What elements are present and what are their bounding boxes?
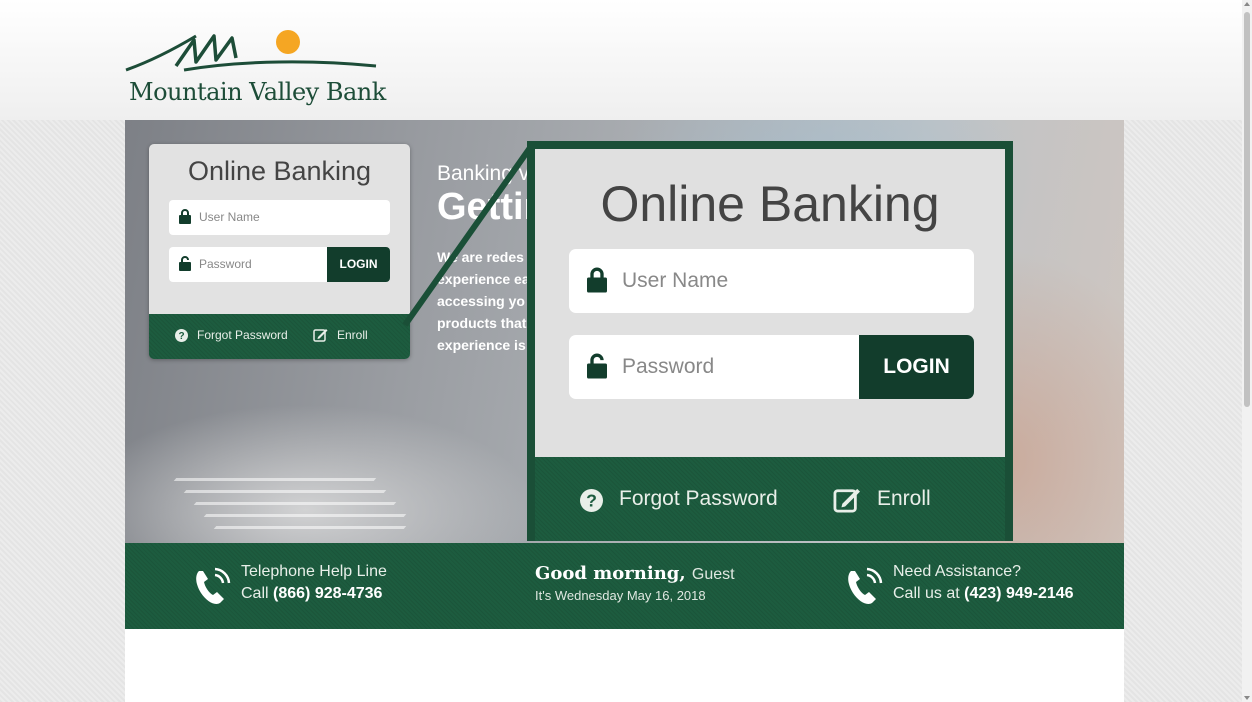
forgot-password-label: Forgot Password [197, 328, 288, 342]
greeting-line: Good morning, Guest [535, 563, 735, 584]
login-button[interactable]: LOGIN [327, 247, 390, 282]
zoomed-username-input[interactable]: User Name [569, 249, 974, 313]
zoomed-forgot-password-label: Forgot Password [619, 487, 778, 510]
lock-icon [587, 267, 607, 293]
zoomed-login-body: Online Banking User Name Password LOGIN [535, 149, 1005, 457]
login-card-body: Online Banking User Name Password LOGIN [149, 144, 410, 314]
site-header: Mountain Valley Bank [0, 0, 1242, 120]
lock-icon [179, 209, 191, 224]
username-placeholder: User Name [199, 210, 260, 224]
forgot-password-link[interactable]: ? Forgot Password [175, 328, 288, 342]
greeting-block: Good morning, Guest It's Wednesday May 1… [535, 563, 735, 603]
assist-call: Call us at (423) 949-2146 [893, 585, 1074, 603]
scroll-thumb[interactable] [1244, 12, 1250, 407]
unlock-icon [179, 256, 191, 271]
zoomed-forgot-password-link[interactable]: ? Forgot Password [580, 487, 778, 512]
help-line-title: Telephone Help Line [241, 563, 387, 580]
guest-name: Guest [691, 566, 735, 583]
phone-icon [848, 567, 883, 604]
zoomed-username-placeholder: User Name [622, 269, 729, 292]
username-input[interactable]: User Name [169, 200, 390, 235]
question-circle-icon: ? [580, 489, 603, 512]
main-content-area [125, 629, 1124, 702]
zoomed-login-title: Online Banking [600, 176, 940, 232]
current-date: It's Wednesday May 16, 2018 [535, 588, 706, 603]
bank-logo[interactable]: Mountain Valley Bank [124, 26, 386, 108]
mountain-logo-icon [125, 30, 377, 72]
contact-band: Telephone Help Line Call (866) 928-4736 … [125, 543, 1124, 629]
help-line-prefix: Call [241, 585, 269, 602]
assist-prefix: Call us at [893, 585, 960, 602]
zoomed-password-placeholder: Password [622, 355, 715, 378]
scroll-down-arrow-icon[interactable] [1244, 696, 1250, 700]
zoomed-login-button[interactable]: LOGIN [859, 335, 974, 399]
right-side-pattern [1124, 120, 1242, 702]
keyboard-illustration [165, 468, 407, 538]
login-card: Online Banking User Name Password LOGIN … [149, 144, 410, 359]
zoomed-login-footer: ? Forgot Password Enroll [535, 457, 1005, 541]
zoomed-enroll-link[interactable]: Enroll [833, 487, 931, 513]
greeting-text: Good morning, [535, 563, 686, 584]
zoom-connector [402, 143, 535, 327]
assist-number: (423) 949-2146 [964, 585, 1074, 602]
phone-icon [196, 567, 231, 604]
zoomed-login-panel: Online Banking User Name Password LOGIN … [527, 141, 1013, 541]
bank-name: Mountain Valley Bank [129, 78, 386, 106]
password-placeholder: Password [199, 257, 252, 271]
left-side-pattern [0, 120, 125, 702]
question-circle-icon: ? [175, 329, 188, 342]
svg-text:?: ? [178, 331, 184, 342]
page-scrollbar[interactable] [1242, 0, 1252, 702]
login-card-footer: ? Forgot Password Enroll [149, 314, 410, 359]
unlock-icon [587, 353, 607, 379]
svg-text:?: ? [586, 491, 597, 511]
zoomed-enroll-label: Enroll [877, 487, 931, 510]
enroll-link[interactable]: Enroll [313, 328, 368, 342]
help-line-number: (866) 928-4736 [273, 585, 383, 602]
enroll-label: Enroll [337, 328, 368, 342]
edit-icon [313, 329, 328, 342]
scroll-up-arrow-icon[interactable] [1244, 2, 1250, 6]
assist-title: Need Assistance? [893, 563, 1022, 580]
edit-icon [833, 488, 860, 513]
login-title: Online Banking [187, 156, 372, 186]
help-line-call: Call (866) 928-4736 [241, 585, 382, 603]
